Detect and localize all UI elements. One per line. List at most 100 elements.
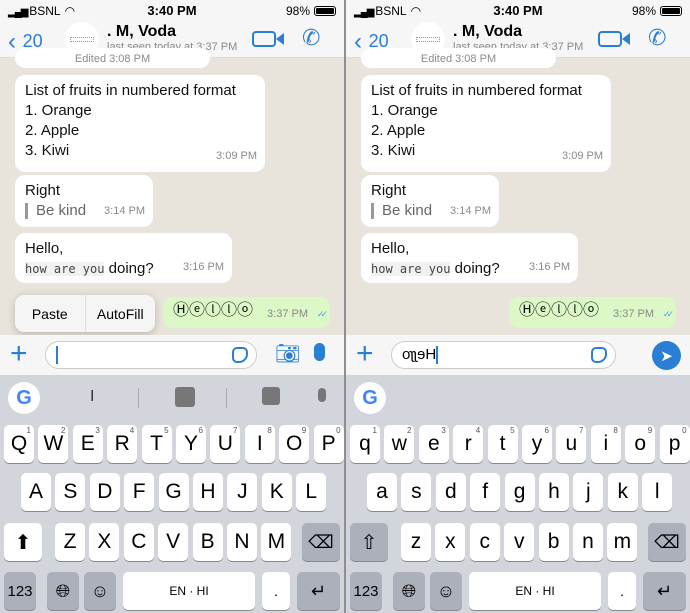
key[interactable]: E3 [72, 425, 103, 463]
image-search-icon[interactable] [262, 387, 280, 405]
paste-button[interactable]: Paste [15, 295, 85, 332]
microphone-icon[interactable] [314, 343, 325, 361]
key[interactable]: o9 [625, 425, 656, 463]
key[interactable]: V [158, 523, 189, 561]
battery-group: 98% [632, 4, 682, 18]
key[interactable]: F [124, 473, 155, 511]
emoji-key[interactable]: ☺ [430, 572, 462, 610]
key[interactable]: d [435, 473, 466, 511]
key-label: B [200, 530, 215, 553]
plus-icon[interactable]: + [10, 337, 28, 371]
key[interactable]: h [539, 473, 569, 511]
key[interactable]: l [642, 473, 673, 511]
key[interactable]: O9 [279, 425, 310, 463]
numbers-key[interactable]: 123 [350, 572, 382, 610]
key[interactable]: Q1 [4, 425, 34, 463]
key[interactable]: S [55, 473, 86, 511]
key[interactable]: J [227, 473, 258, 511]
key[interactable]: u7 [556, 425, 587, 463]
key[interactable]: D [89, 473, 120, 511]
globe-key[interactable]: 🌐︎ [393, 572, 425, 610]
contact-name[interactable]: . M, Voda [453, 23, 522, 41]
key[interactable]: K [261, 473, 292, 511]
key[interactable]: n [573, 523, 603, 561]
key[interactable]: R4 [107, 425, 138, 463]
translate-icon[interactable] [175, 387, 195, 407]
key[interactable]: f [470, 473, 501, 511]
key[interactable]: w2 [384, 425, 415, 463]
send-button[interactable]: ➤ [652, 341, 681, 370]
key[interactable]: U7 [210, 425, 241, 463]
key[interactable]: g [504, 473, 535, 511]
camera-icon[interactable]: 📷︎ [275, 341, 300, 366]
backspace-key[interactable]: ⌫ [302, 523, 340, 561]
key[interactable]: r4 [453, 425, 484, 463]
return-key[interactable]: ↵ [643, 572, 686, 610]
key[interactable]: G [158, 473, 189, 511]
key-label: o [634, 432, 647, 455]
phone-call-icon[interactable]: ✆ [648, 25, 666, 51]
divider [138, 388, 139, 408]
autofill-button[interactable]: AutoFill [84, 295, 156, 332]
shift-key[interactable]: ⇧ [350, 523, 388, 561]
video-call-icon[interactable] [598, 31, 622, 47]
key[interactable]: L [296, 473, 327, 511]
key-label: d [444, 480, 457, 503]
google-icon[interactable]: G [354, 382, 386, 414]
key[interactable]: a [367, 473, 397, 511]
key[interactable]: T5 [141, 425, 172, 463]
globe-key[interactable]: 🌐︎ [47, 572, 79, 610]
phone-call-icon[interactable]: ✆ [302, 25, 320, 51]
key[interactable]: s [401, 473, 432, 511]
key[interactable]: A [21, 473, 51, 511]
message-input[interactable] [45, 341, 257, 369]
numbers-key[interactable]: 123 [4, 572, 36, 610]
return-key[interactable]: ↵ [297, 572, 340, 610]
key[interactable]: z [401, 523, 431, 561]
key[interactable]: q1 [350, 425, 380, 463]
key[interactable]: X [89, 523, 120, 561]
key[interactable]: e3 [418, 425, 449, 463]
google-icon[interactable]: G [8, 382, 40, 414]
key[interactable]: I8 [244, 425, 275, 463]
key[interactable]: H [193, 473, 223, 511]
key[interactable]: b [538, 523, 569, 561]
key[interactable]: p0 [659, 425, 690, 463]
key[interactable]: B [192, 523, 223, 561]
key[interactable]: t5 [487, 425, 518, 463]
emoji-key[interactable]: ☺ [84, 572, 116, 610]
contact-name[interactable]: . M, Voda [107, 23, 176, 41]
key[interactable]: i8 [590, 425, 621, 463]
space-key[interactable]: EN · HI [469, 572, 601, 610]
video-call-icon[interactable] [252, 31, 276, 47]
shift-key[interactable]: ⬆ [4, 523, 42, 561]
key[interactable]: c [469, 523, 500, 561]
key[interactable]: Y6 [176, 425, 206, 463]
key[interactable]: v [504, 523, 535, 561]
key[interactable]: P0 [313, 425, 344, 463]
plus-icon[interactable]: + [356, 337, 374, 371]
key-hint: 6 [198, 426, 203, 435]
key[interactable]: C [123, 523, 154, 561]
key[interactable]: m [607, 523, 638, 561]
key[interactable]: j [573, 473, 604, 511]
key[interactable]: M [261, 523, 292, 561]
message-input[interactable]: oʅʅɘH [391, 341, 616, 369]
key[interactable]: x [435, 523, 466, 561]
sticker-icon[interactable] [232, 347, 248, 363]
space-key[interactable]: EN · HI [123, 572, 255, 610]
period-key[interactable]: . [262, 572, 290, 610]
key[interactable]: k [607, 473, 638, 511]
key[interactable]: Z [55, 523, 85, 561]
key[interactable]: W2 [38, 425, 69, 463]
period-key[interactable]: . [608, 572, 636, 610]
key[interactable]: N [227, 523, 257, 561]
key-label: F [132, 480, 146, 503]
suggestion-word[interactable]: I [90, 388, 94, 406]
voice-input-icon[interactable] [318, 388, 326, 402]
key-label: q [359, 432, 371, 455]
key-label: K [269, 480, 284, 503]
sticker-icon[interactable] [591, 347, 607, 363]
key[interactable]: y6 [522, 425, 552, 463]
backspace-key[interactable]: ⌫ [648, 523, 686, 561]
